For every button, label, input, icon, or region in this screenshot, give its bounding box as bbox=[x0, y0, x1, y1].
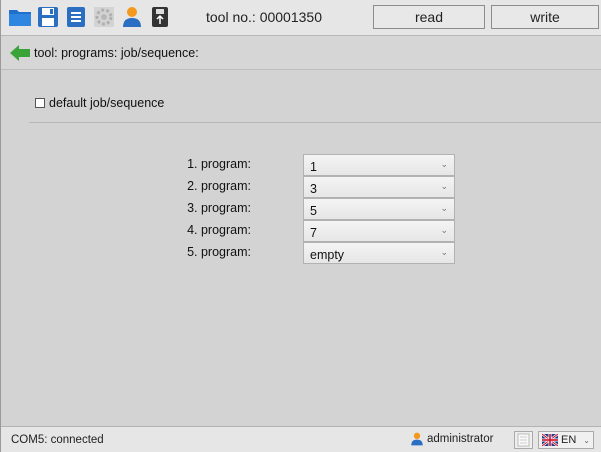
program-row: 2. program: 3 ⌄ bbox=[1, 176, 601, 198]
program-4-value: 7 bbox=[310, 226, 317, 240]
status-bar: COM5: connected administrator EN ⌄ bbox=[1, 426, 601, 452]
program-5-select[interactable]: empty ⌄ bbox=[303, 242, 455, 264]
program-row: 1. program: 1 ⌄ bbox=[1, 154, 601, 176]
language-select[interactable]: EN ⌄ bbox=[538, 431, 594, 449]
uk-flag-icon bbox=[542, 434, 558, 446]
connection-status: COM5: connected bbox=[11, 434, 104, 446]
language-code: EN bbox=[561, 434, 577, 446]
print-icon[interactable] bbox=[64, 5, 88, 29]
user-icon[interactable] bbox=[120, 5, 144, 29]
folder-icon[interactable] bbox=[8, 5, 32, 29]
program-row: 5. program: empty ⌄ bbox=[1, 242, 601, 264]
program-label: 5. program: bbox=[187, 245, 251, 259]
breadcrumb: tool: programs: job/sequence: bbox=[1, 36, 601, 70]
back-arrow-icon[interactable] bbox=[9, 44, 31, 62]
program-1-select[interactable]: 1 ⌄ bbox=[303, 154, 455, 176]
chevron-down-icon: ⌄ bbox=[583, 435, 590, 445]
chevron-down-icon: ⌄ bbox=[440, 203, 448, 213]
read-button[interactable]: read bbox=[373, 5, 485, 29]
usb-icon[interactable] bbox=[148, 5, 172, 29]
user-name: administrator bbox=[427, 433, 494, 445]
chevron-down-icon: ⌄ bbox=[440, 225, 448, 235]
program-label: 3. program: bbox=[187, 201, 251, 215]
user-icon bbox=[411, 432, 423, 446]
program-5-value: empty bbox=[310, 248, 345, 262]
default-job-option[interactable]: default job/sequence bbox=[35, 96, 164, 110]
program-3-select[interactable]: 5 ⌄ bbox=[303, 198, 455, 220]
chevron-down-icon: ⌄ bbox=[440, 159, 448, 169]
app-window: tool no.: 00001350 read write tool: prog… bbox=[0, 0, 601, 452]
program-label: 4. program: bbox=[187, 223, 251, 237]
program-2-value: 3 bbox=[310, 182, 317, 196]
program-row: 3. program: 5 ⌄ bbox=[1, 198, 601, 220]
program-label: 1. program: bbox=[187, 157, 251, 171]
save-icon[interactable] bbox=[36, 5, 60, 29]
chevron-down-icon: ⌄ bbox=[440, 181, 448, 191]
divider bbox=[29, 122, 601, 123]
program-4-select[interactable]: 7 ⌄ bbox=[303, 220, 455, 242]
program-1-value: 1 bbox=[310, 160, 317, 174]
settings-icon[interactable] bbox=[92, 5, 116, 29]
toolbar: tool no.: 00001350 read write bbox=[1, 0, 601, 36]
default-job-label: default job/sequence bbox=[49, 96, 165, 110]
breadcrumb-text: tool: programs: job/sequence: bbox=[34, 46, 199, 60]
program-3-value: 5 bbox=[310, 204, 317, 218]
default-job-checkbox[interactable] bbox=[35, 98, 45, 108]
program-2-select[interactable]: 3 ⌄ bbox=[303, 176, 455, 198]
write-button[interactable]: write bbox=[491, 5, 599, 29]
notes-icon[interactable] bbox=[514, 431, 533, 449]
tool-number: tool no.: 00001350 bbox=[206, 9, 322, 25]
chevron-down-icon: ⌄ bbox=[440, 247, 448, 257]
current-user: administrator bbox=[410, 432, 493, 446]
program-label: 2. program: bbox=[187, 179, 251, 193]
program-row: 4. program: 7 ⌄ bbox=[1, 220, 601, 242]
